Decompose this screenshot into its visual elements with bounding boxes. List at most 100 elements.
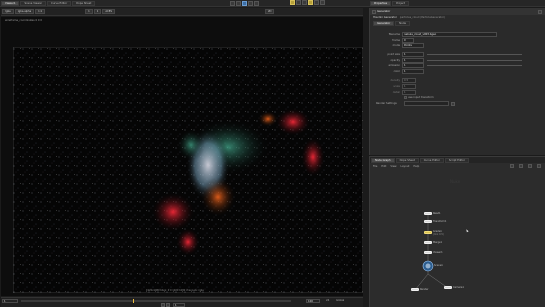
tab-generator[interactable]: Generator xyxy=(373,21,395,26)
tab-scene-viewer[interactable]: Scene Viewer xyxy=(20,1,47,6)
prop-label: filename xyxy=(388,33,400,37)
tab-project[interactable]: Project xyxy=(392,1,409,6)
camera-icon[interactable] xyxy=(242,1,247,6)
zoom-dropdown[interactable]: 1:1 xyxy=(35,9,46,14)
timeline-track[interactable] xyxy=(21,300,291,302)
prop-label: frame xyxy=(392,38,400,42)
properties-tabs: Generator Node xyxy=(370,21,545,26)
channels-dropdown[interactable]: rgba xyxy=(2,9,14,14)
emission-field[interactable]: 1 xyxy=(402,63,424,69)
point-size-slider[interactable] xyxy=(427,54,522,56)
play-back-icon[interactable] xyxy=(161,303,165,307)
timeline-controls: 1 xyxy=(161,303,185,307)
opacity-slider[interactable] xyxy=(427,59,522,61)
node-type: Houdini Generator xyxy=(373,16,397,19)
node-read-label: Read1 xyxy=(433,212,441,215)
play-icon[interactable] xyxy=(166,303,170,307)
scale-field[interactable]: 1 xyxy=(402,84,416,90)
render-icon[interactable] xyxy=(290,0,295,5)
viewer-canvas xyxy=(13,47,363,293)
node-render-label: Render xyxy=(420,288,429,291)
prop-label: density xyxy=(390,79,400,83)
top-right-icons xyxy=(290,0,326,5)
prop-label: mode xyxy=(392,44,400,48)
exposure-field[interactable]: 1 xyxy=(85,9,93,14)
prop-label: emission xyxy=(388,64,401,68)
node-transform-label: Transform1 xyxy=(433,220,447,223)
close-icon[interactable] xyxy=(538,9,542,14)
tab-properties[interactable]: Properties xyxy=(370,1,392,6)
node-read[interactable] xyxy=(424,212,432,215)
color-field[interactable]: 1 xyxy=(402,68,424,74)
lock-icon[interactable] xyxy=(296,0,301,5)
view-mode-dropdown[interactable]: 2D xyxy=(264,9,275,14)
settings-icon[interactable] xyxy=(314,0,319,5)
tab-dope-sheet[interactable]: Dope Sheet xyxy=(72,1,96,6)
node-merge-label: Merge1 xyxy=(433,241,442,244)
node-name[interactable]: Generator xyxy=(377,10,390,13)
alpha-dropdown[interactable]: rgba.alpha xyxy=(14,9,35,14)
move-icon[interactable] xyxy=(236,1,241,6)
render-settings-field[interactable] xyxy=(404,101,449,107)
node-render[interactable] xyxy=(411,288,419,291)
density-field[interactable]: 0.5 xyxy=(402,78,416,84)
frame-field[interactable]: 0 xyxy=(402,37,414,43)
render-settings-label: Render Settings xyxy=(376,102,397,106)
tab-script-editor[interactable]: Script Editor xyxy=(444,157,469,163)
node-camera[interactable] xyxy=(444,286,452,289)
grid-icon[interactable] xyxy=(248,1,253,6)
node-camera-label: Camera1 xyxy=(453,286,464,289)
viewer-tabs: Viewer1 Scene Viewer Curve Editor Dope S… xyxy=(1,1,141,6)
prop-label: scale xyxy=(393,85,400,89)
node-grade-sub: (mix 0.5) xyxy=(433,233,444,236)
current-frame-field[interactable]: 1 xyxy=(173,303,185,307)
select-icon[interactable] xyxy=(230,1,235,6)
properties-top-tabs: Properties Project xyxy=(370,1,410,6)
opacity-field[interactable]: 1 xyxy=(402,57,424,63)
dropdown-icon[interactable] xyxy=(451,101,455,106)
checkbox[interactable] xyxy=(404,96,407,100)
detail-field[interactable]: 1 xyxy=(402,89,416,95)
properties-header: Generator xyxy=(370,8,545,15)
frame-start-field[interactable]: 1 xyxy=(2,299,18,303)
node-scene-label: Scene1 xyxy=(434,264,443,267)
prop-label: color xyxy=(393,69,400,73)
viewer-bottom-label: 1920x1080 bbox: 0 0 1920 1080 channels: … xyxy=(146,289,204,292)
node-subtitle: particles_cloud (ParticleGenerator) xyxy=(399,16,445,19)
timeline: 1 1 100 24 Global xyxy=(1,297,363,307)
properties-panel: Generator Houdini Generator particles_cl… xyxy=(369,8,545,155)
playhead[interactable] xyxy=(133,299,134,303)
node-viewer[interactable] xyxy=(424,251,432,254)
star-icon[interactable] xyxy=(308,0,313,5)
filename-field[interactable]: nebula_cloud_v003.bgeo xyxy=(402,32,497,38)
viewer-area[interactable]: wireframe_coordinates 0 0 0 1920x1080 bb… xyxy=(1,17,363,296)
node-transform[interactable] xyxy=(424,220,432,223)
nodegraph-panel: Node Graph Dope Sheet Curve Editor Scrip… xyxy=(369,156,545,307)
frame-end-field[interactable]: 100 xyxy=(306,299,320,303)
mode-dropdown[interactable]: Points xyxy=(402,43,424,49)
node-grade[interactable] xyxy=(424,231,432,234)
prop-label: point size xyxy=(387,53,400,57)
colorspace-dropdown[interactable]: ACES xyxy=(102,9,115,14)
tab-curve-editor-ng[interactable]: Curve Editor xyxy=(419,157,444,163)
property-fields: filename nebula_cloud_v003.bgeo frame 0 mo… xyxy=(372,32,542,107)
tab-curve-editor[interactable]: Curve Editor xyxy=(47,1,72,6)
layout-icon[interactable] xyxy=(302,0,307,5)
gamma-field[interactable]: 1 xyxy=(93,9,102,14)
node-viewer-label: Viewer1 xyxy=(433,251,443,254)
tab-dope-sheet-ng[interactable]: Dope Sheet xyxy=(395,157,419,163)
tab-viewer[interactable]: Viewer1 xyxy=(1,1,20,6)
tab-node-graph[interactable]: Node Graph xyxy=(371,157,395,163)
checkbox-label: use input transform xyxy=(408,96,434,100)
node-merge[interactable] xyxy=(424,241,432,244)
prop-label: opacity xyxy=(390,58,400,62)
emission-slider[interactable] xyxy=(427,65,522,67)
zoom-icon[interactable] xyxy=(254,1,259,6)
window-icon[interactable] xyxy=(320,0,325,5)
tab-node[interactable]: Node xyxy=(395,21,410,26)
prop-label: detail xyxy=(392,90,400,94)
point-size-field[interactable]: 1 xyxy=(402,52,424,58)
playback-mode[interactable]: Global xyxy=(336,299,344,302)
properties-title: Houdini Generator particles_cloud (Parti… xyxy=(370,15,545,20)
toolbar-icons xyxy=(230,1,260,6)
